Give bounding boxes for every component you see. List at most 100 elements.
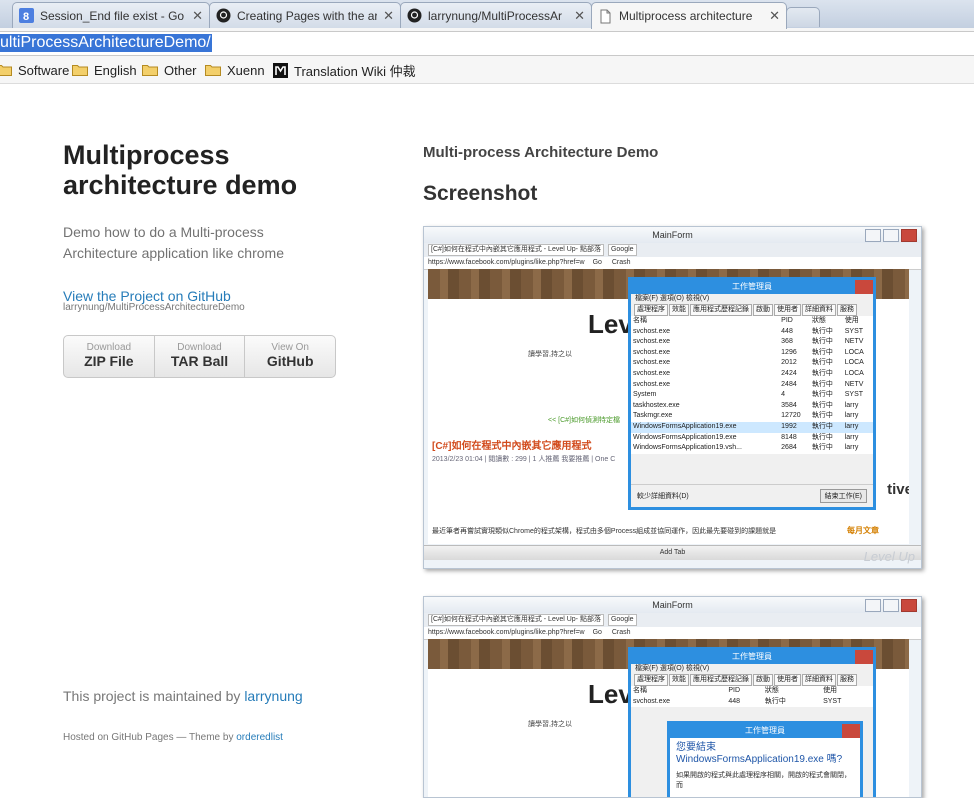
- section-title: Screenshot: [423, 182, 538, 205]
- browser-tab-active[interactable]: Multiprocess architecture ✕: [591, 2, 787, 29]
- task-manager-footer: 較少詳細資料(D) 結束工作(E): [631, 484, 873, 507]
- table-row: Taskmgr.exe 12720 執行中 larry: [631, 411, 873, 422]
- cell: WindowsFormsApplication19.exe: [631, 421, 780, 433]
- theme-author-link[interactable]: orderedlist: [236, 732, 283, 743]
- embedded-orange-text: 每月文章: [847, 526, 879, 535]
- cell: svchost.exe: [633, 697, 670, 705]
- download-buttons: Download ZIP File Download TAR Ball View…: [63, 335, 336, 378]
- browser-tab-title: larrynung/MultiProcessAr: [428, 8, 563, 23]
- cell: 執行中: [764, 697, 786, 705]
- window-title-text: MainForm: [652, 230, 693, 240]
- embedded-tabs: [C#]如何在程式中內嵌其它應用程式 - Level Up- 點部落 Googl…: [424, 613, 921, 627]
- close-icon[interactable]: ✕: [769, 8, 780, 24]
- bookmark-english[interactable]: English: [72, 61, 137, 79]
- bookmarks-bar: Software English Other Xuenn Translation…: [0, 57, 974, 84]
- table-row: svchost.exe 2012 執行中 LOCA: [631, 358, 873, 369]
- maximize-icon: [883, 599, 899, 612]
- confirm-end-task-dialog: 工作管理員 您要結束 WindowsFormsApplication19.exe…: [667, 721, 863, 797]
- folder-icon: [0, 64, 12, 76]
- tm-tab: 服務: [837, 304, 857, 316]
- close-icon[interactable]: ✕: [383, 8, 394, 24]
- close-icon: [855, 280, 873, 294]
- embedded-tab: [C#]如何在程式中內嵌其它應用程式 - Level Up- 點部落: [428, 244, 604, 256]
- cell: 1992: [779, 421, 810, 433]
- cell: 3584: [781, 401, 797, 409]
- cell: 執行中: [811, 444, 833, 452]
- cell: 448: [781, 327, 793, 335]
- table-row: svchost.exe 2424 執行中 LOCA: [631, 369, 873, 380]
- cell: LOCA: [844, 369, 864, 377]
- cell: 2424: [781, 369, 797, 377]
- url-text[interactable]: ultiProcessArchitectureDemo/: [0, 34, 212, 52]
- browser-tab-3[interactable]: larrynung/MultiProcessAr ✕: [400, 2, 592, 28]
- window-controls: [865, 229, 917, 242]
- maintainer-link[interactable]: larrynung: [244, 688, 302, 704]
- column-header: 狀態: [811, 317, 826, 324]
- download-tar-button[interactable]: Download TAR Ball: [155, 336, 246, 377]
- cell: SYST: [844, 391, 864, 399]
- table-header: 名稱 PID 狀態 使用: [631, 316, 873, 327]
- table-row: svchost.exe 368 執行中 NETV: [631, 337, 873, 348]
- cell: taskhostex.exe: [633, 401, 680, 409]
- view-on-github-button[interactable]: View On GitHub: [245, 336, 335, 377]
- bookmark-xuenn[interactable]: Xuenn: [205, 61, 265, 79]
- sidebar: Multiprocess architecture demo Demo how …: [63, 140, 353, 378]
- embedded-add-tab: Add Tab: [424, 545, 921, 560]
- cell: SYST: [823, 697, 842, 705]
- column-header: PID: [781, 317, 793, 324]
- browser-tab-1[interactable]: 8 Session_End file exist - Go ✕: [12, 2, 210, 28]
- tab-strip: 8 Session_End file exist - Go ✕ Creating…: [0, 0, 974, 29]
- browser-tab-title: Session_End file exist - Go: [40, 8, 185, 23]
- github-repo-path: larrynung/MultiProcessArchitectureDemo: [63, 302, 245, 313]
- task-manager-menu: 檔案(F) 選項(O) 檢視(V): [635, 665, 710, 672]
- close-icon[interactable]: ✕: [574, 8, 585, 24]
- bookmark-software[interactable]: Software: [0, 61, 69, 79]
- page-title-line1: Multiprocess: [63, 140, 230, 170]
- tm-tab: 使用者: [774, 674, 801, 686]
- dialog-title-text: 工作管理員: [745, 726, 785, 735]
- description-line1: Demo how to do a Multi-process: [63, 224, 264, 240]
- close-icon[interactable]: ✕: [192, 8, 203, 24]
- bookmark-other[interactable]: Other: [142, 61, 197, 79]
- cell: 1296: [781, 348, 797, 356]
- embedded-tab: Google: [607, 244, 637, 256]
- task-manager-window: 工作管理員 檔案(F) 選項(O) 檢視(V) 處理程序 效能 應用程式歷程記錄…: [628, 277, 876, 510]
- embedded-subtitle: 讀學習,持之以: [528, 721, 572, 728]
- screenshot-image-2: MainForm [C#]如何在程式中內嵌其它應用程式 - Level Up- …: [423, 596, 922, 798]
- project-description: Demo how to do a Multi-process Architect…: [63, 222, 323, 264]
- watermark: Level Up: [863, 549, 915, 564]
- page-title-line2: architecture demo: [63, 170, 298, 200]
- embedded-heading: Lev: [588, 679, 633, 709]
- embedded-url: https://www.facebook.com/plugins/like.ph…: [428, 259, 585, 266]
- cell: Taskmgr.exe: [633, 412, 673, 420]
- description-line2: Architecture application like chrome: [63, 245, 284, 261]
- hosted-note: Hosted on GitHub Pages — Theme by ordere…: [63, 732, 283, 743]
- address-bar[interactable]: ultiProcessArchitectureDemo/: [0, 31, 974, 56]
- close-icon: [901, 229, 917, 242]
- cell: 448: [728, 697, 741, 705]
- close-icon: [842, 724, 860, 738]
- cell: svchost.exe: [633, 327, 670, 335]
- tm-tab: 服務: [837, 674, 857, 686]
- browser-tab-2[interactable]: Creating Pages with the ar ✕: [209, 2, 401, 28]
- svg-text:8: 8: [23, 11, 29, 23]
- tm-tab: 應用程式歷程記錄: [690, 674, 752, 686]
- task-manager-tabs: 處理程序 效能 應用程式歷程記錄 啟動 使用者 詳細資料 服務: [631, 304, 873, 316]
- close-icon: [901, 599, 917, 612]
- window-title: MainForm: [424, 227, 921, 243]
- new-tab-button[interactable]: [786, 7, 820, 27]
- bookmark-translation-wiki[interactable]: Translation Wiki 仲裁: [273, 61, 416, 79]
- embedded-body-text: 最近筆者再嘗試實現類似Chrome的程式架構，程式由多個Process組成並協同…: [432, 528, 777, 535]
- cell: larry: [842, 421, 873, 433]
- github-icon: [216, 8, 231, 23]
- dialog-title: 工作管理員: [670, 724, 860, 738]
- browser-tab-title: Multiprocess architecture: [619, 9, 753, 23]
- embedded-tab: Google: [607, 614, 637, 626]
- download-zip-button[interactable]: Download ZIP File: [64, 336, 155, 377]
- maintainer-prefix: This project is maintained by: [63, 688, 245, 704]
- cell: 執行中: [811, 433, 833, 441]
- column-header: PID: [728, 687, 741, 694]
- cell: 4: [781, 391, 786, 399]
- task-manager-title: 工作管理員: [631, 280, 873, 294]
- minimize-icon: [865, 599, 881, 612]
